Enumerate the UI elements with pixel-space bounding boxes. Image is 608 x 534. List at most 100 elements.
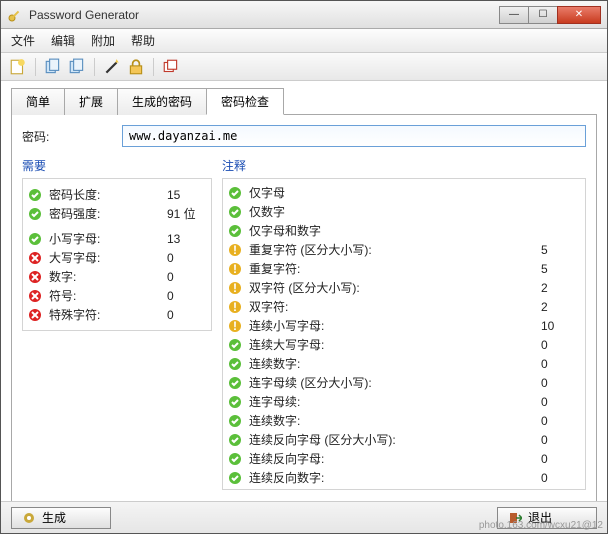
ok-status-icon <box>227 451 243 467</box>
list-item: 仅字母 <box>227 183 581 202</box>
ok-status-icon <box>227 204 243 220</box>
list-item: 连续反向字母 (区分大小写):0 <box>227 430 581 449</box>
tab-extended[interactable]: 扩展 <box>64 88 118 115</box>
item-label: 连续反向字母 (区分大小写): <box>249 431 541 448</box>
list-item: 小写字母:13 <box>27 229 207 248</box>
tab-body-check: 密码: 需要 密码长度:15密码强度:91 位小写字母:13大写字母:0数字:0… <box>11 115 597 503</box>
ok-status-icon <box>227 337 243 353</box>
toolbar-lock-icon[interactable] <box>127 58 145 76</box>
item-label: 重复字符 (区分大小写): <box>249 241 541 258</box>
ok-status-icon <box>27 187 43 203</box>
app-key-icon <box>7 7 23 23</box>
item-label: 特殊字符: <box>49 306 167 323</box>
warn-status-icon: ! <box>227 299 243 315</box>
menu-file[interactable]: 文件 <box>11 32 35 49</box>
item-value: 2 <box>541 300 581 314</box>
item-value: 0 <box>167 289 207 303</box>
ok-status-icon <box>227 432 243 448</box>
ok-status-icon <box>227 394 243 410</box>
item-value: 2 <box>541 281 581 295</box>
list-item: ! 双字符 (区分大小写):2 <box>227 278 581 297</box>
item-label: 连续数字: <box>249 355 541 372</box>
list-item: ! 重复字符 (区分大小写):5 <box>227 240 581 259</box>
requirements-box: 密码长度:15密码强度:91 位小写字母:13大写字母:0数字:0符号:0特殊字… <box>22 178 212 331</box>
requirements-title: 需要 <box>22 157 212 174</box>
item-label: 大写字母: <box>49 249 167 266</box>
list-item: 连字母续 (区分大小写):0 <box>227 373 581 392</box>
password-row: 密码: <box>22 125 586 147</box>
toolbar-duplicate-icon[interactable] <box>162 58 180 76</box>
title-bar[interactable]: Password Generator — ☐ ✕ <box>1 1 607 29</box>
item-value: 0 <box>541 471 581 485</box>
item-label: 连续数字: <box>249 412 541 429</box>
item-label: 仅字母和数字 <box>249 222 541 239</box>
item-label: 双字符 (区分大小写): <box>249 279 541 296</box>
ok-status-icon <box>227 489 243 490</box>
password-input[interactable] <box>122 125 586 147</box>
ok-status-icon <box>27 206 43 222</box>
toolbar <box>1 53 607 81</box>
window-controls: — ☐ ✕ <box>500 6 601 24</box>
list-item: !连续小写字母:10 <box>227 316 581 335</box>
list-item: 数字:0 <box>27 267 207 286</box>
svg-text:!: ! <box>233 281 237 295</box>
item-value: 0 <box>541 452 581 466</box>
tab-generated[interactable]: 生成的密码 <box>117 88 207 115</box>
minimize-button[interactable]: — <box>499 6 529 24</box>
ok-status-icon <box>227 356 243 372</box>
item-label: 符号: <box>49 287 167 304</box>
item-label: 仅数字 <box>249 203 541 220</box>
toolbar-copy-icon[interactable] <box>44 58 62 76</box>
requirements-group: 需要 密码长度:15密码强度:91 位小写字母:13大写字母:0数字:0符号:0… <box>22 157 212 490</box>
item-value: 0 <box>541 433 581 447</box>
toolbar-copy2-icon[interactable] <box>68 58 86 76</box>
tab-check[interactable]: 密码检查 <box>206 88 284 115</box>
bad-status-icon <box>27 269 43 285</box>
ok-status-icon <box>227 413 243 429</box>
toolbar-separator <box>94 58 95 76</box>
tab-simple[interactable]: 简单 <box>11 88 65 115</box>
item-label: 连字母续: <box>249 393 541 410</box>
item-value: 5 <box>541 262 581 276</box>
app-window: Password Generator — ☐ ✕ 文件 编辑 附加 帮助 简单 … <box>0 0 608 534</box>
item-label: 连续大写字母: <box>249 336 541 353</box>
toolbar-new-icon[interactable] <box>9 58 27 76</box>
notes-box: 仅字母仅数字仅字母和数字!重复字符 (区分大小写):5!重复字符:5!双字符 (… <box>222 178 586 490</box>
content-area: 简单 扩展 生成的密码 密码检查 密码: 需要 密码长度:15密码强度:91 位… <box>1 81 607 501</box>
generate-button[interactable]: 生成 <box>11 507 111 529</box>
item-label: 连字母续 (区分大小写): <box>249 374 541 391</box>
menu-bar: 文件 编辑 附加 帮助 <box>1 29 607 53</box>
list-item: 大写字母:0 <box>27 248 207 267</box>
item-value: 0 <box>541 414 581 428</box>
list-item: 连续反向数字:0 <box>227 468 581 487</box>
svg-text:!: ! <box>233 243 237 257</box>
list-item: !重复字符:5 <box>227 259 581 278</box>
svg-text:!: ! <box>233 262 237 276</box>
item-label: 连续小写字母: <box>249 317 541 334</box>
list-item: 特殊字符:0 <box>27 305 207 324</box>
item-label: 连续反向字母: <box>249 450 541 467</box>
notes-scrollarea[interactable]: 仅字母仅数字仅字母和数字!重复字符 (区分大小写):5!重复字符:5!双字符 (… <box>223 179 585 489</box>
item-value: 0 <box>541 357 581 371</box>
item-value: 5 <box>541 243 581 257</box>
toolbar-wand-icon[interactable] <box>103 58 121 76</box>
item-value: 0 <box>167 308 207 322</box>
ok-status-icon <box>227 185 243 201</box>
item-value: 0 <box>541 376 581 390</box>
item-label: 连续键盘字母 (区分大小写): <box>249 488 541 489</box>
list-item: 密码强度:91 位 <box>27 204 207 223</box>
close-button[interactable]: ✕ <box>557 6 601 24</box>
menu-edit[interactable]: 编辑 <box>51 32 75 49</box>
item-value: 0 <box>167 251 207 265</box>
list-item: 连字母续:0 <box>227 392 581 411</box>
list-item: 连续键盘字母 (区分大小写):0 <box>227 487 581 489</box>
toolbar-separator <box>35 58 36 76</box>
item-label: 密码强度: <box>49 205 167 222</box>
ok-status-icon <box>227 375 243 391</box>
maximize-button[interactable]: ☐ <box>528 6 558 24</box>
item-value: 0 <box>541 395 581 409</box>
menu-help[interactable]: 帮助 <box>131 32 155 49</box>
item-value: 15 <box>167 188 207 202</box>
item-value: 10 <box>541 319 581 333</box>
menu-extra[interactable]: 附加 <box>91 32 115 49</box>
